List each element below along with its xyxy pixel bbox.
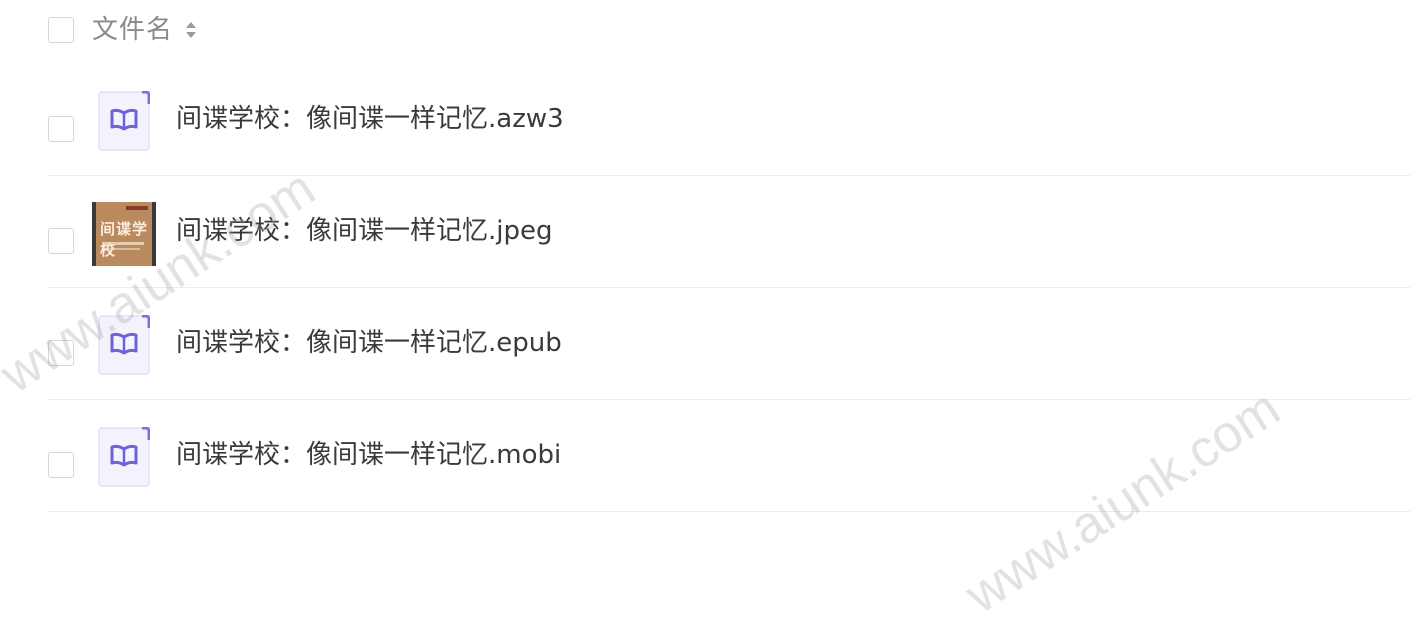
file-row[interactable]: 间谍学校：像间谍一样记忆.epub	[48, 288, 1410, 400]
file-name[interactable]: 间谍学校：像间谍一样记忆.epub	[176, 326, 562, 360]
file-name[interactable]: 间谍学校：像间谍一样记忆.azw3	[176, 102, 564, 136]
row-checkbox[interactable]	[48, 228, 74, 254]
row-checkbox[interactable]	[48, 452, 74, 478]
ebook-icon	[98, 91, 150, 151]
filename-column-header[interactable]: 文件名	[92, 13, 173, 47]
ebook-icon	[98, 427, 150, 487]
select-all-checkbox[interactable]	[48, 17, 74, 43]
row-checkbox[interactable]	[48, 116, 74, 142]
file-name[interactable]: 间谍学校：像间谍一样记忆.mobi	[176, 438, 561, 472]
file-row[interactable]: 间谍学校：像间谍一样记忆.azw3	[48, 64, 1410, 176]
sort-icon[interactable]	[184, 18, 198, 42]
